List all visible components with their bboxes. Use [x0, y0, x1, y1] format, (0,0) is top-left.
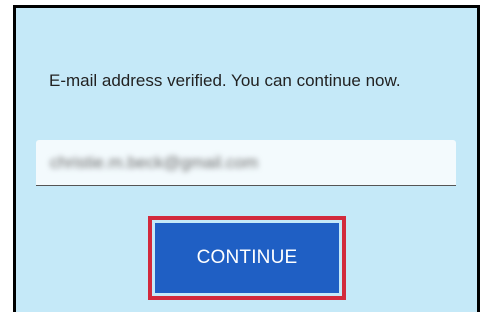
verification-message: E-mail address verified. You can continu… — [49, 71, 401, 90]
email-input[interactable] — [36, 140, 456, 185]
continue-button[interactable]: CONTINUE — [155, 223, 339, 293]
email-field[interactable] — [36, 140, 456, 186]
verification-panel: E-mail address verified. You can continu… — [13, 5, 480, 312]
